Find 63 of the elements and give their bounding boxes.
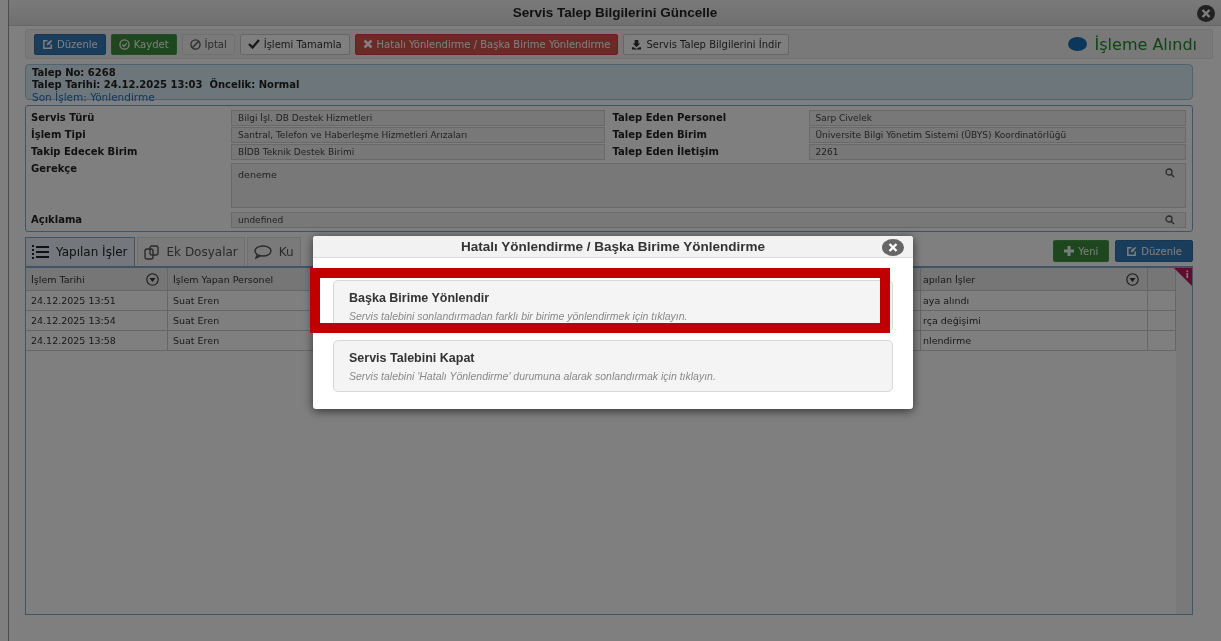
edit-button[interactable]: Düzenle <box>34 33 106 55</box>
search-icon <box>1165 168 1175 178</box>
request-number: Talep No: 6268 <box>32 67 116 78</box>
check-icon <box>247 39 260 49</box>
text-field[interactable]: Sarp Civelek <box>808 109 1186 126</box>
scrollbar[interactable] <box>1176 268 1192 614</box>
option-description: Servis talebini 'Hatalı Yönlendirme' durumuna alarak sonlandırmak için tıklayın. <box>349 369 717 382</box>
dialog-title: Hatalı Yönlendirme / Başka Birime Yönlendirme <box>460 239 766 254</box>
ban-icon <box>189 38 201 50</box>
field-label: Gerekçe <box>31 163 79 176</box>
text-field[interactable]: Santral, Telefon ve Haberleşme Hizmetleri Arızaları <box>231 126 605 143</box>
plus-icon <box>1064 246 1075 256</box>
table-cell: 24.12.2025 13:54 <box>26 311 168 331</box>
column-header[interactable]: İşlem Tarihi <box>26 268 168 291</box>
status-dot <box>1067 37 1087 51</box>
edit-icon <box>1126 245 1138 257</box>
window-title: Servis Talep Bilgilerini Güncelle <box>512 5 718 20</box>
download-icon <box>631 38 643 50</box>
option-description: Servis talebini sonlandırmadan farklı bir birime yönlendirmek için tıklayın. <box>349 309 689 322</box>
text-field[interactable]: Bilgi İşl. DB Destek Hizmetleri <box>231 109 605 126</box>
field-label: Servis Türü <box>31 112 96 123</box>
complete-button[interactable]: İşlemi Tamamla <box>239 33 350 55</box>
edit-icon <box>42 38 53 50</box>
close-icon[interactable] <box>1197 5 1215 22</box>
field-label: Açıklama <box>31 214 84 225</box>
tab[interactable]: Yapılan İşler <box>25 237 135 266</box>
tab[interactable]: Ek Dosyalar <box>136 237 245 266</box>
field-label: Talep Eden Personel <box>612 112 728 123</box>
text-field[interactable]: Üniversite Bilgi Yönetim Sistemi (ÜBYS) Koordinatörlüğü <box>808 126 1186 143</box>
field-label: İşlem Tipi <box>31 129 87 140</box>
field-label: Takip Edecek Birim <box>31 146 139 157</box>
download-button[interactable]: Servis Talep Bilgilerini İndir <box>623 33 790 55</box>
list-icon <box>32 245 49 259</box>
x-icon <box>362 39 373 49</box>
table-cell: rça değişimi <box>921 311 1148 331</box>
priority: Öncelik: Normal <box>209 79 300 90</box>
request-date: Talep Tarihi: 24.12.2025 13:03 <box>32 79 203 90</box>
redirect-button[interactable]: Hatalı Yönlendirme / Başka Birime Yönlendirme <box>354 33 619 55</box>
table-cell: nlendirme <box>921 331 1148 351</box>
option-title: Başka Birime Yönlendir <box>349 290 491 305</box>
filter-icon[interactable] <box>1126 272 1139 286</box>
option-card[interactable]: Servis Talebini Kapat Servis talebini 'Hatalı Yönlendirme' durumuna alarak sonlandırmak için tıklayın. <box>333 340 893 392</box>
text-field[interactable]: BİDB Teknik Destek Birimi <box>231 143 605 160</box>
filter-icon[interactable] <box>146 272 159 286</box>
search-icon <box>1165 214 1175 225</box>
close-icon[interactable] <box>882 239 904 256</box>
files-icon <box>143 244 160 260</box>
tab[interactable]: Ku <box>246 237 301 266</box>
table-cell: 24.12.2025 13:51 <box>26 291 168 311</box>
status-label: İşleme Alındı <box>1094 34 1197 54</box>
edit-button[interactable]: Düzenle <box>1115 240 1193 262</box>
table-cell: aya alındı <box>921 291 1148 311</box>
field-label: Talep Eden Birim <box>612 129 708 140</box>
check-circle-icon <box>118 38 130 50</box>
text-field[interactable]: undefined <box>231 211 1186 228</box>
column-header[interactable]: apılan İşler <box>921 268 1148 291</box>
text-field[interactable]: 2261 <box>808 143 1186 160</box>
last-action: Son İşlem: Yönlendirme <box>32 91 155 103</box>
text-area[interactable]: deneme <box>231 163 1186 208</box>
table-cell: 24.12.2025 13:58 <box>26 331 168 351</box>
option-title: Servis Talebini Kapat <box>349 350 476 365</box>
field-label: Talep Eden İletişim <box>612 146 720 157</box>
comment-icon <box>253 245 272 259</box>
